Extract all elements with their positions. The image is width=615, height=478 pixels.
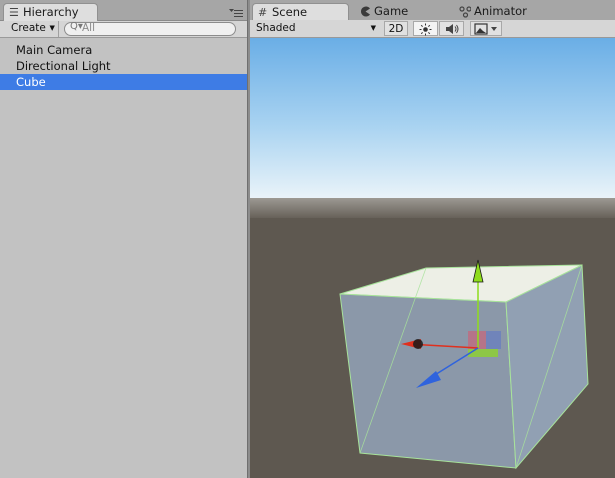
pacman-icon xyxy=(361,6,370,17)
draw-mode-value: Shaded xyxy=(256,22,296,34)
hierarchy-tab-strip: ☰ Hierarchy xyxy=(0,0,247,21)
chevron-down-icon xyxy=(229,9,234,12)
scene-tab-strip: # Scene Game Animator xyxy=(250,0,615,21)
tab-scene-label: Scene xyxy=(272,5,308,19)
hierarchy-item-main-camera[interactable]: Main Camera xyxy=(0,42,247,58)
image-icon xyxy=(474,23,497,35)
tab-hierarchy-label: Hierarchy xyxy=(23,5,79,19)
tab-animator-label: Animator xyxy=(474,4,527,18)
grid-icon: # xyxy=(258,6,268,19)
chevron-down-icon: ▼ xyxy=(49,24,55,32)
search-placeholder: All xyxy=(82,22,96,34)
search-input[interactable]: Q▾ All xyxy=(64,21,236,36)
mode-2d-label: 2D xyxy=(388,23,404,35)
hierarchy-toolbar: Create ▼ Q▾ All xyxy=(0,21,247,38)
tab-hierarchy[interactable]: ☰ Hierarchy xyxy=(3,3,98,21)
scene-viewport[interactable] xyxy=(250,38,615,478)
tab-game-label: Game xyxy=(374,4,409,18)
scene-view-canvas[interactable] xyxy=(250,38,615,478)
hierarchy-item-cube[interactable]: Cube xyxy=(0,74,247,90)
scene-panel: # Scene Game Animator Shaded ▼ 2D xyxy=(250,0,615,478)
animator-icon xyxy=(459,6,471,18)
tab-game[interactable]: Game xyxy=(356,3,408,20)
tab-scene[interactable]: # Scene xyxy=(252,3,349,21)
hierarchy-list: Main Camera Directional Light Cube xyxy=(0,42,247,90)
tab-animator[interactable]: Animator xyxy=(456,3,527,20)
hierarchy-item-directional-light[interactable]: Directional Light xyxy=(0,58,247,74)
scene-toolbar: Shaded ▼ 2D xyxy=(250,20,615,38)
gizmo-xz-plane-handle[interactable] xyxy=(468,349,498,357)
gizmo-xy-plane-handle[interactable] xyxy=(468,331,486,349)
speaker-icon xyxy=(445,24,458,34)
create-button-label: Create xyxy=(11,22,46,34)
lighting-toggle[interactable] xyxy=(413,21,438,36)
draw-mode-dropdown[interactable]: Shaded ▼ xyxy=(256,20,376,37)
sun-icon xyxy=(419,23,432,36)
list-icon: ☰ xyxy=(9,6,19,19)
chevron-down-icon: ▼ xyxy=(370,24,376,32)
create-button[interactable]: Create ▼ xyxy=(6,21,59,37)
panel-menu-icon[interactable] xyxy=(229,8,243,17)
gizmo-yz-plane-handle[interactable] xyxy=(486,331,501,349)
effects-dropdown[interactable] xyxy=(470,21,502,36)
hierarchy-panel: ☰ Hierarchy Create ▼ Q▾ All Main Camera … xyxy=(0,0,247,478)
audio-toggle[interactable] xyxy=(439,21,464,36)
mode-2d-button[interactable]: 2D xyxy=(384,21,408,36)
search-icon: Q▾ xyxy=(70,21,83,32)
